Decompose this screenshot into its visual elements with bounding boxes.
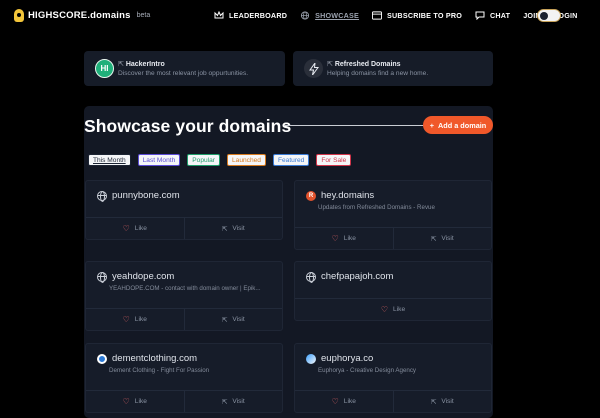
heart-icon: ♡ [331, 397, 339, 406]
external-link-icon: ⇱ [430, 235, 437, 243]
page-title: Showcase your domains [84, 116, 292, 136]
nav-subscribe-label: SUBSCRIBE TO PRO [387, 11, 462, 20]
external-link-icon: ⇱ [118, 61, 126, 68]
visit-button[interactable]: ⇱ Visit [183, 391, 283, 412]
domain-name[interactable]: chefpapajoh.com [321, 271, 393, 282]
dement-logo-icon [97, 353, 107, 364]
heart-icon: ♡ [331, 234, 339, 243]
heart-icon: ♡ [380, 305, 389, 314]
globe-icon [301, 11, 310, 20]
promo-hackerintro[interactable]: HI ⇱ HackerIntro Discover the most relev… [84, 51, 285, 86]
visit-button[interactable]: ⇱ Visit [183, 309, 283, 330]
visit-button[interactable]: ⇱ Visit [392, 228, 492, 249]
showcase-panel: Showcase your domains + Add a domain Thi… [84, 106, 493, 418]
external-link-icon: ⇱ [327, 61, 335, 68]
like-button[interactable]: ♡ Like [86, 391, 184, 412]
filter-launched[interactable]: Launched [226, 154, 266, 166]
lightning-icon [304, 59, 323, 78]
add-domain-label: Add a domain [438, 120, 487, 130]
nav-chat[interactable]: CHAT [475, 11, 510, 20]
domain-description: YEAHDOPE.COM - contact with domain owner… [109, 285, 261, 292]
domain-description: Euphorya - Creative Design Agency [318, 367, 417, 374]
domain-card[interactable]: dementclothing.com Dement Clothing - Fig… [85, 343, 283, 413]
domain-name[interactable]: euphorya.co [321, 353, 373, 364]
filter-popular[interactable]: Popular [187, 154, 220, 166]
domain-name[interactable]: yeahdope.com [112, 271, 174, 282]
euphorya-logo-icon [306, 353, 316, 364]
filter-last-month[interactable]: Last Month [137, 154, 181, 166]
domain-card[interactable]: chefpapajoh.com ♡ Like [294, 261, 492, 321]
chat-icon [475, 11, 485, 20]
plus-icon: + [429, 120, 434, 130]
domain-card[interactable]: punnybone.com ♡ Like ⇱ Visit [85, 180, 283, 240]
globe-icon [97, 271, 107, 283]
external-link-icon: ⇱ [221, 398, 228, 406]
domain-card[interactable]: euphorya.co Euphorya - Creative Design A… [294, 343, 492, 413]
like-button[interactable]: ♡ Like [86, 309, 184, 330]
trophy-logo-icon [14, 9, 24, 22]
toggle-knob [540, 12, 548, 20]
external-link-icon: ⇱ [221, 316, 228, 324]
title-divider [284, 125, 424, 126]
filter-for-sale[interactable]: For Sale [316, 154, 352, 166]
promo-subtitle: Helping domains find a new home. [327, 70, 429, 77]
heart-icon: ♡ [122, 397, 130, 406]
external-link-icon: ⇱ [221, 225, 228, 233]
like-button[interactable]: ♡ Like [86, 218, 184, 239]
beta-badge: beta [136, 12, 151, 19]
like-button[interactable]: ♡ Like [295, 299, 491, 320]
nav-showcase[interactable]: SHOWCASE [300, 11, 359, 20]
domain-card[interactable]: yeahdope.com YEAHDOPE.COM - contact with… [85, 261, 283, 331]
crown-icon [214, 11, 224, 19]
domain-name[interactable]: punnybone.com [112, 190, 180, 201]
visit-button[interactable]: ⇱ Visit [392, 391, 492, 412]
filter-featured[interactable]: Featured [272, 154, 310, 166]
heart-icon: ♡ [122, 315, 130, 324]
heart-icon: ♡ [122, 224, 130, 233]
promo-refreshed-domains[interactable]: ⇱ Refreshed Domains Helping domains find… [293, 51, 493, 86]
add-domain-button[interactable]: + Add a domain [423, 116, 493, 134]
globe-icon [97, 190, 107, 202]
nav-leaderboard[interactable]: LEADERBOARD [214, 11, 287, 20]
domain-description: Dement Clothing - Fight For Passion [109, 367, 210, 374]
promo-title: ⇱ Refreshed Domains [327, 61, 401, 68]
promo-subtitle: Discover the most relevant job oppurtuni… [118, 70, 249, 77]
globe-icon [306, 271, 316, 283]
filter-chips: This Month Last Month Popular Launched F… [88, 154, 352, 166]
filter-this-month[interactable]: This Month [88, 154, 131, 166]
revue-logo-icon: R [306, 190, 316, 201]
nav-leaderboard-label: LEADERBOARD [229, 11, 288, 20]
nav-chat-label: CHAT [490, 11, 511, 20]
brand-name: HIGHSCORE.domains [28, 10, 131, 21]
external-link-icon: ⇱ [430, 398, 437, 406]
brand-logo[interactable]: HIGHSCORE.domains beta [14, 9, 150, 22]
top-nav: HIGHSCORE.domains beta LEADERBOARD SHOWC… [0, 0, 600, 32]
domain-description: Updates from Refreshed Domains - Revue [318, 204, 435, 211]
nav-subscribe[interactable]: SUBSCRIBE TO PRO [372, 11, 462, 20]
visit-button[interactable]: ⇱ Visit [183, 218, 283, 239]
promo-title: ⇱ HackerIntro [118, 61, 165, 68]
hackerintro-avatar: HI [95, 59, 114, 78]
like-button[interactable]: ♡ Like [295, 391, 393, 412]
theme-toggle[interactable] [537, 9, 561, 22]
domain-card[interactable]: Rhey.domains Updates from Refreshed Doma… [294, 180, 492, 250]
card-icon [372, 11, 383, 20]
like-button[interactable]: ♡ Like [295, 228, 393, 249]
domain-name[interactable]: dementclothing.com [112, 353, 197, 364]
domain-name[interactable]: hey.domains [321, 190, 374, 201]
nav-showcase-label: SHOWCASE [315, 11, 360, 20]
